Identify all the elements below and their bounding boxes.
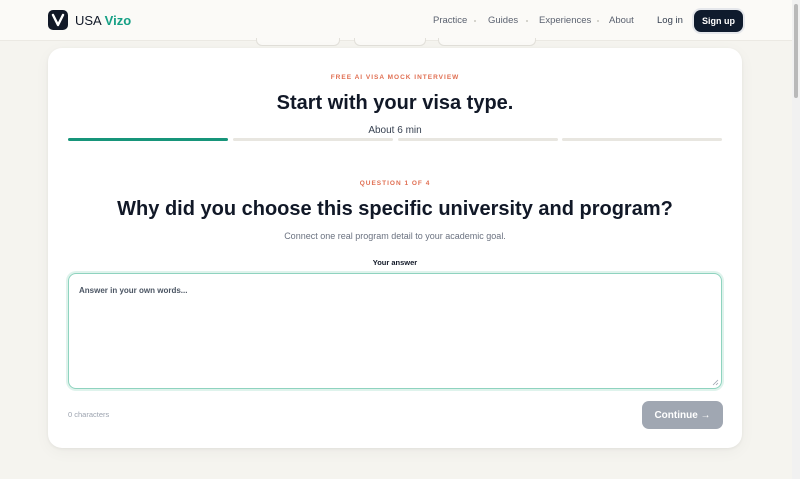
nav-separator [526,20,528,22]
nav-link-practice[interactable]: Practice [433,15,467,26]
progress-segment-3 [398,138,558,141]
question-hint: Connect one real program detail to your … [284,231,506,241]
resize-handle-icon[interactable] [712,379,719,386]
background-pill [438,38,536,46]
signup-button[interactable]: Sign up [694,10,743,32]
answer-label: Your answer [372,258,418,267]
nav-link-about[interactable]: About [609,15,634,26]
logo-v-icon[interactable] [48,10,68,30]
nav-link-guides[interactable]: Guides [488,15,518,26]
progress-segment-1 [68,138,228,141]
nav-separator [597,20,599,22]
top-nav: USA Vizo Practice Guides Experiences Abo… [0,0,792,41]
login-link[interactable]: Log in [657,15,683,26]
character-count: 0 characters [68,410,110,419]
interview-card: FREE AI VISA MOCK INTERVIEW Start with y… [48,48,742,448]
brand-name[interactable]: USA Vizo [75,13,131,28]
question-counter: QUESTION 1 OF 4 [359,180,431,187]
brand-accent: Vizo [104,13,132,28]
question-text: Why did you choose this specific univers… [117,198,673,220]
scrollbar-thumb[interactable] [794,4,798,98]
answer-textarea[interactable] [68,273,722,389]
nav-separator [474,20,476,22]
background-pill [354,38,426,46]
card-eyebrow: FREE AI VISA MOCK INTERVIEW [330,74,460,81]
background-pill [256,38,340,46]
progress-segment-4 [562,138,722,141]
progress-segment-2 [233,138,393,141]
duration-label: About 6 min [368,125,422,136]
nav-link-experiences[interactable]: Experiences [539,15,591,26]
page-title: Start with your visa type. [276,92,514,114]
continue-button[interactable]: Continue → [642,401,723,429]
brand-prefix: USA [75,13,102,28]
